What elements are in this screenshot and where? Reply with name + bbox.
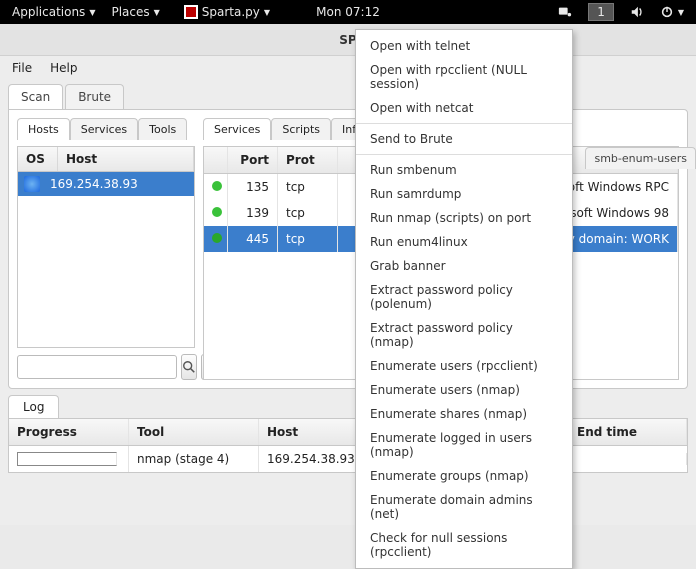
chevron-down-icon: ▼ [678,8,684,17]
main-tabs: Scan Brute Hosts Services Tools OS Host [8,84,688,389]
status-dot-icon [212,233,222,243]
host-list: OS Host 169.254.38.93 [17,146,195,348]
context-menu-item[interactable]: Grab banner [356,254,572,278]
tab-log[interactable]: Log [8,395,59,418]
places-label: Places [111,5,149,19]
context-menu-item[interactable]: Extract password policy (nmap) [356,316,572,354]
log-section: Log Progress Tool Host Start time End ti… [8,395,688,473]
svc-proto: tcp [278,226,338,252]
context-menu-item[interactable]: Enumerate groups (nmap) [356,464,572,488]
volume-icon[interactable] [624,0,650,24]
workspace-indicator[interactable]: 1 [582,0,620,24]
context-menu-item[interactable]: Run nmap (scripts) on port [356,206,572,230]
host-row[interactable]: 169.254.38.93 [18,172,194,196]
power-icon[interactable]: ▼ [654,0,690,24]
left-panel: Hosts Services Tools OS Host 169.254.38.… [17,118,195,380]
context-menu-item[interactable]: Open with netcat [356,96,572,120]
context-menu-item[interactable]: Send to Brute [356,127,572,151]
menu-file[interactable]: File [12,61,32,75]
window-titlebar: SP [0,24,696,56]
progress-bar [17,452,117,466]
status-dot-icon [212,181,222,191]
search-button[interactable] [181,354,197,380]
host-ip: 169.254.38.93 [50,177,138,191]
extra-tabs: smb-enum-users [585,147,696,169]
places-menu[interactable]: Places ▼ [105,0,165,24]
chevron-down-icon: ▼ [154,8,160,17]
context-menu-item[interactable]: Enumerate users (rpcclient) [356,354,572,378]
subtab-right-services[interactable]: Services [203,118,271,140]
log-table: Progress Tool Host Start time End time n… [8,418,688,473]
subtab-services[interactable]: Services [70,118,138,140]
svc-port: 135 [228,174,278,200]
applications-label: Applications [12,5,85,19]
workspace-number: 1 [588,3,614,21]
context-menu-item[interactable]: Run samrdump [356,182,572,206]
app-window: SP File Help Scan Brute Hosts Services T… [0,24,696,525]
log-row[interactable]: nmap (stage 4) 169.254.38.93 15 Jan 2018… [9,446,687,472]
tab-scan[interactable]: Scan [8,84,63,109]
menu-separator [356,123,572,124]
context-menu-item[interactable]: Check for null sessions (rpcclient) [356,526,572,564]
menu-help[interactable]: Help [50,61,77,75]
context-menu-item[interactable]: Open with rpcclient (NULL session) [356,58,572,96]
clock-label: Mon 07:12 [316,5,380,19]
svc-proto: tcp [278,200,338,226]
host-list-header: OS Host [18,147,194,172]
col-os[interactable]: OS [18,147,58,171]
service-context-menu: Open with telnetOpen with rpcclient (NUL… [355,29,573,569]
windows-os-icon [24,176,40,192]
subtab-scripts[interactable]: Scripts [271,118,331,140]
tab-smb-enum-users[interactable]: smb-enum-users [585,147,696,169]
col-host[interactable]: Host [58,147,194,171]
context-menu-item[interactable]: Enumerate users (nmap) [356,378,572,402]
svc-port: 445 [228,226,278,252]
context-menu-item[interactable]: Enumerate logged in users (nmap) [356,426,572,464]
context-menu-item[interactable]: Run enum4linux [356,230,572,254]
col-tool[interactable]: Tool [129,419,259,445]
applications-menu[interactable]: Applications ▼ [6,0,101,24]
context-menu-item[interactable]: Enumerate domain admins (net) [356,488,572,526]
svc-proto: tcp [278,174,338,200]
svc-port: 139 [228,200,278,226]
sparta-app-icon [184,5,198,19]
context-menu-item[interactable]: Extract password policy (polenum) [356,278,572,316]
screencast-icon[interactable] [552,0,578,24]
context-menu-item[interactable]: Enumerate shares (nmap) [356,402,572,426]
status-dot-icon [212,207,222,217]
menu-separator [356,154,572,155]
magnifier-icon [182,360,196,374]
log-tool: nmap (stage 4) [129,446,259,472]
context-menu-item[interactable]: Open with telnet [356,34,572,58]
col-progress[interactable]: Progress [9,419,129,445]
subtab-hosts[interactable]: Hosts [17,118,70,140]
col-proto[interactable]: Prot [278,147,338,173]
host-search-input[interactable] [17,355,177,379]
chevron-down-icon: ▼ [89,8,95,17]
context-menu-item[interactable]: Run smbenum [356,158,572,182]
active-application[interactable]: Sparta.py ▼ [178,0,276,24]
tab-brute[interactable]: Brute [65,84,124,109]
gnome-topbar: Applications ▼ Places ▼ Sparta.py ▼ Mon … [0,0,696,24]
subtab-tools[interactable]: Tools [138,118,187,140]
chevron-down-icon: ▼ [264,8,270,17]
log-end [569,453,687,465]
menubar: File Help [0,56,696,80]
col-port[interactable]: Port [228,147,278,173]
col-end[interactable]: End time [569,419,687,445]
active-app-label: Sparta.py [202,5,260,19]
